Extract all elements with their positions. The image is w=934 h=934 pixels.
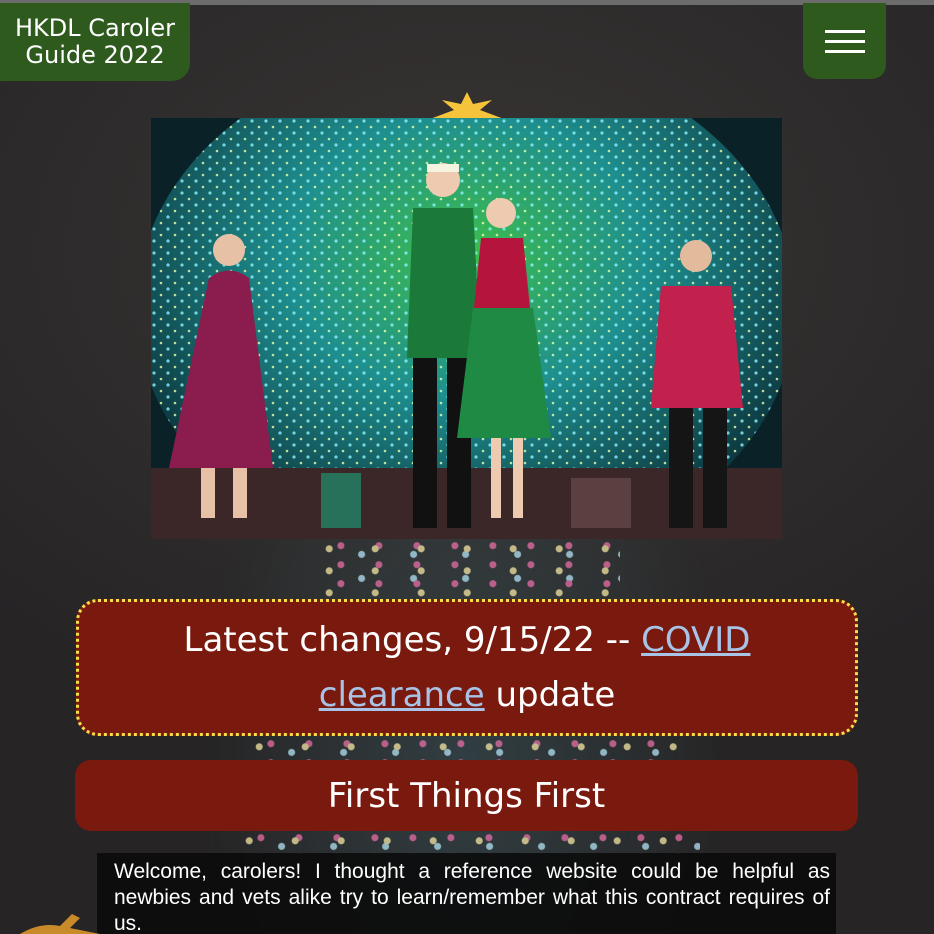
hero-photo — [151, 118, 782, 539]
menu-button[interactable] — [803, 3, 886, 79]
tree-lights-decoration — [240, 832, 700, 854]
site-title[interactable]: HKDL Caroler Guide 2022 — [0, 3, 190, 81]
hamburger-menu-icon — [824, 39, 865, 43]
latest-changes-banner: Latest changes, 9/15/22 -- COVID clearan… — [76, 599, 858, 736]
hero-photo-illustration — [151, 118, 782, 539]
welcome-text: Welcome, carolers! I thought a reference… — [97, 853, 836, 934]
hamburger-menu-icon — [824, 49, 865, 53]
latest-changes-suffix: update — [495, 674, 616, 715]
latest-changes-prefix: Latest changes, 9/15/22 -- — [183, 619, 642, 660]
reindeer-decoration-icon — [20, 914, 100, 934]
hamburger-menu-icon — [824, 29, 865, 33]
tree-lights-decoration — [320, 540, 620, 598]
latest-changes-text: Latest changes, 9/15/22 -- COVID clearan… — [109, 613, 825, 723]
first-things-first-heading[interactable]: First Things First — [75, 760, 858, 831]
tree-lights-decoration — [250, 738, 680, 760]
